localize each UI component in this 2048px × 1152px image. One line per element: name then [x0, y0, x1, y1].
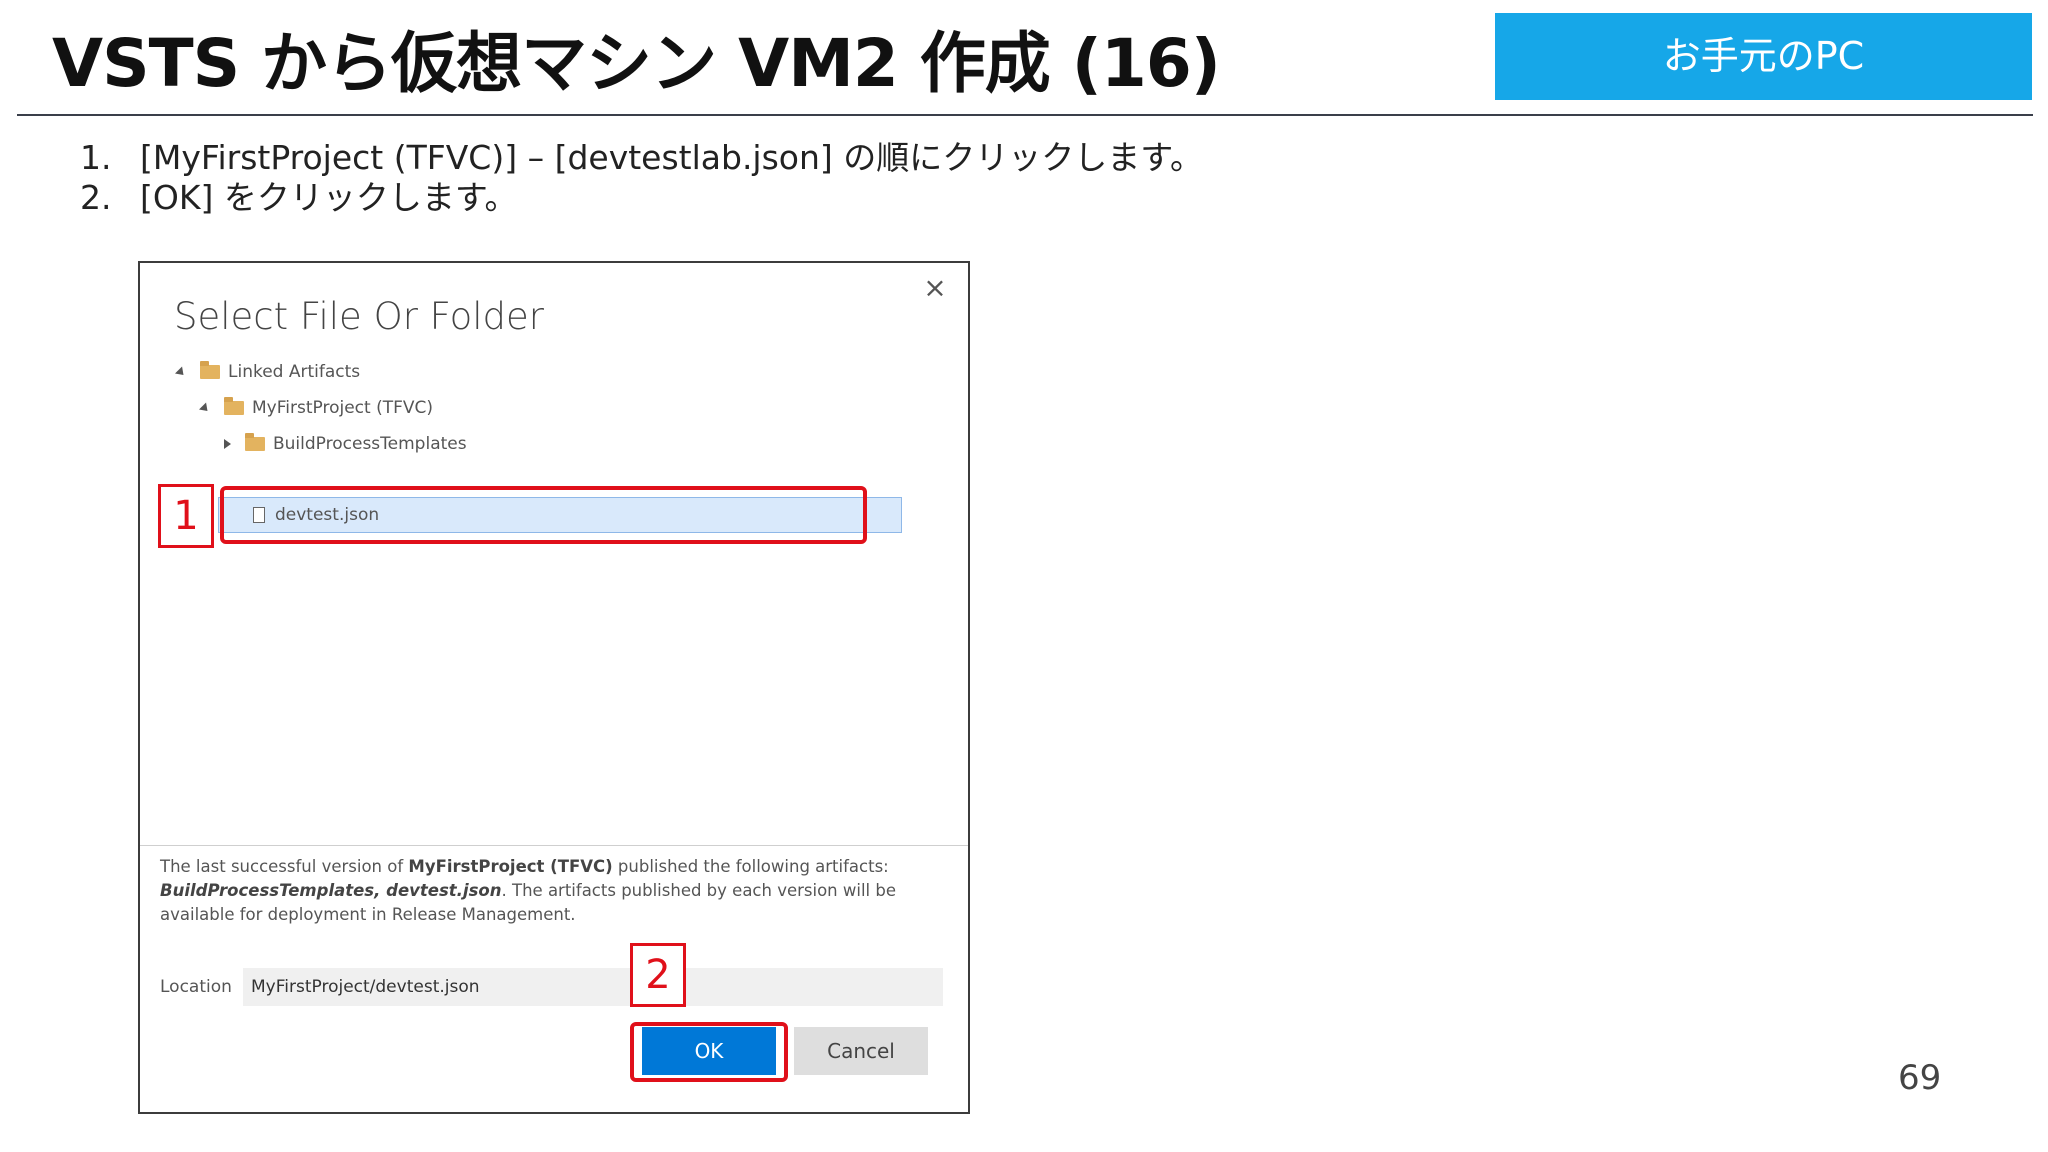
step-text: [MyFirstProject (TFVC)] – [devtestlab.js… — [140, 138, 1203, 177]
info-text: The last successful version of — [160, 857, 409, 876]
dialog-title: Select File Or Folder — [174, 295, 545, 338]
tree-item-linked-artifacts[interactable]: Linked Artifacts — [174, 355, 361, 389]
expand-triangle-icon[interactable] — [174, 365, 188, 379]
close-icon[interactable]: × — [920, 273, 950, 303]
step-marker-1: 1 — [158, 484, 214, 548]
folder-icon — [224, 397, 244, 415]
step-number: 2. — [80, 178, 112, 217]
highlight-ok-button — [630, 1022, 788, 1082]
artifact-info-text: The last successful version of MyFirstPr… — [160, 855, 950, 927]
cancel-button[interactable]: Cancel — [794, 1027, 928, 1075]
step-marker-2: 2 — [630, 943, 686, 1007]
title-divider — [17, 114, 2033, 116]
info-text: published the following artifacts: — [612, 857, 889, 876]
page-number: 69 — [1898, 1058, 1942, 1098]
tree-item-myfirstproject[interactable]: MyFirstProject (TFVC) — [198, 391, 433, 425]
dialog-divider — [140, 845, 968, 846]
folder-icon — [245, 433, 265, 451]
highlight-devtest-json — [220, 486, 867, 544]
location-label: Location — [160, 977, 232, 997]
page-title: VSTS から仮想マシン VM2 作成 (16) — [52, 25, 1221, 102]
tree-item-buildprocesstemplates[interactable]: BuildProcessTemplates — [224, 427, 467, 461]
expand-triangle-icon[interactable] — [198, 401, 212, 415]
instruction-list: 1. [MyFirstProject (TFVC)] – [devtestlab… — [80, 138, 1203, 218]
step-text: [OK] をクリックします。 — [140, 178, 518, 217]
step-number: 1. — [80, 138, 112, 177]
tree-item-label: Linked Artifacts — [228, 362, 361, 382]
tree-item-label: MyFirstProject (TFVC) — [252, 398, 433, 418]
instruction-step: 1. [MyFirstProject (TFVC)] – [devtestlab… — [80, 138, 1203, 178]
collapse-triangle-icon[interactable] — [224, 439, 231, 449]
info-project: MyFirstProject (TFVC) — [408, 857, 613, 876]
tree-item-label: BuildProcessTemplates — [273, 434, 467, 454]
info-artifacts: BuildProcessTemplates, devtest.json — [160, 881, 502, 900]
location-input[interactable]: MyFirstProject/devtest.json — [243, 968, 943, 1006]
location-badge: お手元のPC — [1495, 13, 2032, 100]
select-file-dialog: × Select File Or Folder Linked Artifacts… — [138, 261, 970, 1114]
folder-icon — [200, 361, 220, 379]
instruction-step: 2. [OK] をクリックします。 — [80, 178, 1203, 218]
